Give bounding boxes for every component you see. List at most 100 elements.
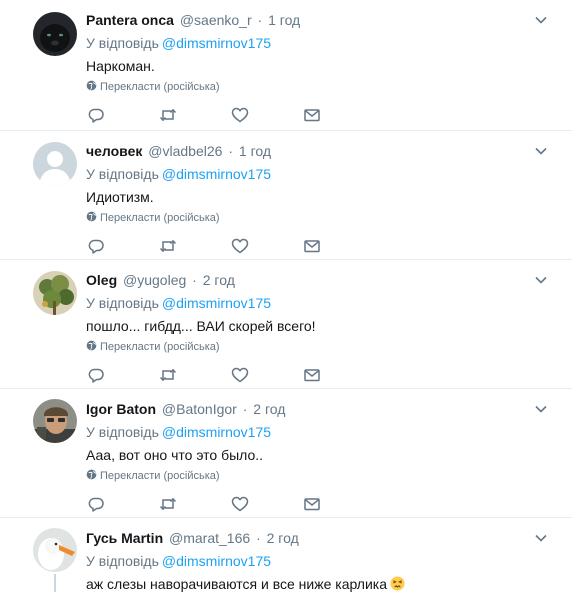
globe-icon xyxy=(86,469,97,480)
tweet-header: человек @vladbel26 · 1 год xyxy=(86,142,271,160)
person-avatar-image xyxy=(33,399,77,443)
reply-icon[interactable] xyxy=(87,106,105,124)
fullname[interactable]: Oleg xyxy=(86,272,117,288)
heart-icon[interactable] xyxy=(231,495,249,513)
globe-icon xyxy=(86,211,97,222)
reply-mention-link[interactable]: @dimsmirnov175 xyxy=(162,295,271,311)
username[interactable]: @yugoleg xyxy=(123,272,186,288)
heart-icon[interactable] xyxy=(231,366,249,384)
tweet-header: Igor Baton @BatonIgor · 2 год xyxy=(86,400,285,418)
timestamp[interactable]: 1 год xyxy=(239,143,271,159)
tweet-text: аж слезы наворачиваются и все ниже карли… xyxy=(86,575,405,592)
translate-link[interactable]: Перекласти (російська) xyxy=(86,469,220,483)
plant-avatar-image xyxy=(33,271,77,315)
reply-prefix: У відповідь xyxy=(86,295,159,311)
avatar[interactable] xyxy=(33,399,77,443)
separator-dot: · xyxy=(242,401,248,417)
goose-avatar-image xyxy=(33,528,77,572)
reply-context: У відповідь @dimsmirnov175 xyxy=(86,552,271,570)
reply-icon[interactable] xyxy=(87,495,105,513)
chevron-down-icon[interactable] xyxy=(534,402,548,416)
tweet[interactable]: человек @vladbel26 · 1 год У відповідь @d… xyxy=(0,131,572,260)
tweet-header: Pantera onca @saenko_r · 1 год xyxy=(86,11,300,29)
panther-avatar-image xyxy=(33,12,77,56)
reply-mention-link[interactable]: @dimsmirnov175 xyxy=(162,424,271,440)
heart-icon[interactable] xyxy=(231,106,249,124)
separator-dot: · xyxy=(256,530,261,546)
envelope-icon[interactable] xyxy=(303,237,321,255)
tweet-actions xyxy=(86,495,336,513)
tweet-header: Oleg @yugoleg · 2 год xyxy=(86,271,235,289)
persevering-face-emoji-icon xyxy=(390,576,405,591)
default-avatar-image xyxy=(33,142,77,186)
fullname[interactable]: человек xyxy=(86,143,142,159)
globe-icon xyxy=(86,340,97,351)
translate-link[interactable]: Перекласти (російська) xyxy=(86,211,220,225)
avatar[interactable] xyxy=(33,271,77,315)
username[interactable]: @vladbel26 xyxy=(148,143,222,159)
translate-link[interactable]: Перекласти (російська) xyxy=(86,340,220,354)
timestamp[interactable]: 2 год xyxy=(267,530,299,546)
reply-prefix: У відповідь xyxy=(86,35,159,51)
tweet[interactable]: Pantera onca @saenko_r · 1 год У відпові… xyxy=(0,0,572,131)
reply-mention-link[interactable]: @dimsmirnov175 xyxy=(162,166,271,182)
reply-mention-link[interactable]: @dimsmirnov175 xyxy=(162,553,271,569)
reply-prefix: У відповідь xyxy=(86,553,159,569)
reply-prefix: У відповідь xyxy=(86,424,159,440)
tweet[interactable]: Гусь Martin @marat_166 · 2 год У відпові… xyxy=(0,518,572,592)
avatar[interactable] xyxy=(33,142,77,186)
timestamp[interactable]: 2 год xyxy=(253,401,285,417)
tweet-text: пошло... гибдд... ВАИ скорей всего! xyxy=(86,318,316,334)
retweet-icon[interactable] xyxy=(159,237,177,255)
envelope-icon[interactable] xyxy=(303,366,321,384)
separator-dot: · xyxy=(228,143,233,159)
translate-label: Перекласти (російська) xyxy=(100,212,220,224)
translate-label: Перекласти (російська) xyxy=(100,81,220,93)
translate-label: Перекласти (російська) xyxy=(100,470,220,482)
avatar[interactable] xyxy=(33,12,77,56)
fullname[interactable]: Igor Baton xyxy=(86,401,156,417)
fullname[interactable]: Гусь Martin xyxy=(86,530,163,546)
reply-context: У відповідь @dimsmirnov175 xyxy=(86,165,271,183)
tweet[interactable]: Igor Baton @BatonIgor · 2 год У відповід… xyxy=(0,389,572,518)
timestamp[interactable]: 1 год xyxy=(268,12,300,28)
reply-prefix: У відповідь xyxy=(86,166,159,182)
separator-dot: · xyxy=(257,12,263,28)
tweet[interactable]: Oleg @yugoleg · 2 год У відповідь @dimsmi… xyxy=(0,260,572,389)
timestamp[interactable]: 2 год xyxy=(203,272,235,288)
chevron-down-icon[interactable] xyxy=(534,273,548,287)
translate-label: Перекласти (російська) xyxy=(100,341,220,353)
reply-icon[interactable] xyxy=(87,366,105,384)
globe-icon xyxy=(86,80,97,91)
tweet-actions xyxy=(86,237,336,255)
chevron-down-icon[interactable] xyxy=(534,144,548,158)
heart-icon[interactable] xyxy=(231,237,249,255)
retweet-icon[interactable] xyxy=(159,495,177,513)
reply-icon[interactable] xyxy=(87,237,105,255)
tweet-actions xyxy=(86,106,336,124)
reply-context: У відповідь @dimsmirnov175 xyxy=(86,294,271,312)
thread-line xyxy=(54,574,56,592)
envelope-icon[interactable] xyxy=(303,106,321,124)
username[interactable]: @marat_166 xyxy=(169,530,250,546)
retweet-icon[interactable] xyxy=(159,366,177,384)
reply-context: У відповідь @dimsmirnov175 xyxy=(86,423,271,441)
tweet-text: Наркоман. xyxy=(86,58,155,74)
fullname[interactable]: Pantera onca xyxy=(86,12,174,28)
reply-context: У відповідь @dimsmirnov175 xyxy=(86,34,271,52)
tweet-header: Гусь Martin @marat_166 · 2 год xyxy=(86,529,299,547)
avatar[interactable] xyxy=(33,528,77,572)
tweet-text-content: аж слезы наворачиваются и все ниже карли… xyxy=(86,576,387,592)
envelope-icon[interactable] xyxy=(303,495,321,513)
tweet-text: Идиотизм. xyxy=(86,189,154,205)
reply-mention-link[interactable]: @dimsmirnov175 xyxy=(162,35,271,51)
translate-link[interactable]: Перекласти (російська) xyxy=(86,80,220,94)
tweet-actions xyxy=(86,366,336,384)
chevron-down-icon[interactable] xyxy=(534,13,548,27)
retweet-icon[interactable] xyxy=(159,106,177,124)
chevron-down-icon[interactable] xyxy=(534,531,548,545)
tweet-text: Ааа, вот оно что это было.. xyxy=(86,447,264,463)
separator-dot: · xyxy=(192,272,197,288)
username[interactable]: @BatonIgor xyxy=(162,401,237,417)
username[interactable]: @saenko_r xyxy=(180,12,252,28)
